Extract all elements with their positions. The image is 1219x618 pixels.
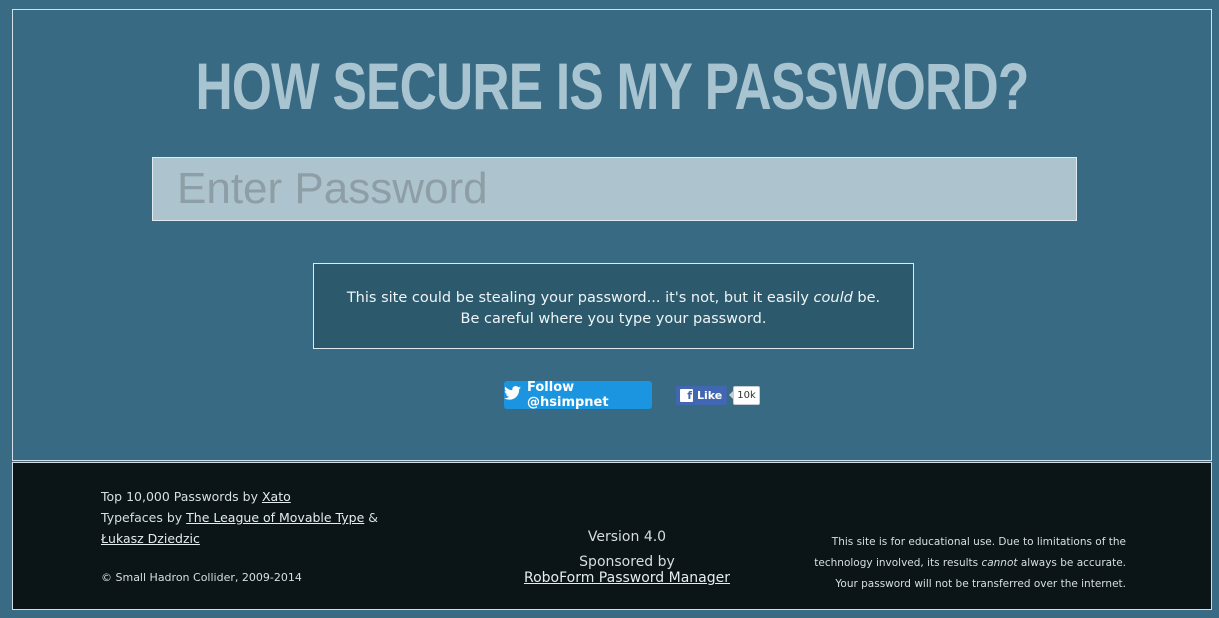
password-input[interactable] [152,157,1077,221]
roboform-link[interactable]: RoboForm Password Manager [524,570,730,586]
footer-disclaimer: This site is for educational use. Due to… [813,532,1126,595]
facebook-like-widget: f Like 10k [676,386,760,405]
footer: Top 10,000 Passwords by Xato Typefaces b… [12,462,1212,610]
credits-typefaces: Typefaces by The League of Movable Type … [101,510,379,525]
facebook-like-button[interactable]: f Like [676,386,728,405]
xato-link[interactable]: Xato [262,489,291,504]
version-label: Version 4.0 [587,529,667,545]
security-notice: This site could be stealing your passwor… [313,263,914,349]
twitter-bird-icon [504,386,521,404]
twitter-follow-button[interactable]: Follow @hsimpnet [504,380,652,410]
footer-version-sponsor: Version 4.0 Sponsored by RoboForm Passwo… [483,529,771,586]
notice-line-1: This site could be stealing your passwor… [346,290,881,306]
credits-dziedzic: Łukasz Dziedzic [101,528,378,549]
facebook-like-count: 10k [729,386,760,405]
notice-line-2: Be careful where you type your password. [460,311,767,327]
credits-passwords: Top 10,000 Passwords by Xato [101,489,291,504]
league-of-movable-type-link[interactable]: The League of Movable Type [186,510,364,525]
facebook-like-label: Like [697,389,723,402]
facebook-icon: f [680,389,693,402]
copyright: © Small Hadron Collider, 2009-2014 [101,571,302,584]
disclaimer-line-2: technology involved, its results cannot … [814,557,1126,569]
lukasz-dziedzic-link[interactable]: Łukasz Dziedzic [101,531,200,546]
twitter-follow-label: Follow @hsimpnet [527,380,609,410]
page-title: HOW SECURE IS MY PASSWORD? [195,49,1029,123]
disclaimer-line-1: This site is for educational use. Due to… [831,536,1126,548]
footer-credits: Top 10,000 Passwords by Xato Typefaces b… [101,486,378,549]
sponsored-label: Sponsored by [579,554,675,570]
disclaimer-line-3: Your password will not be transferred ov… [835,578,1126,590]
